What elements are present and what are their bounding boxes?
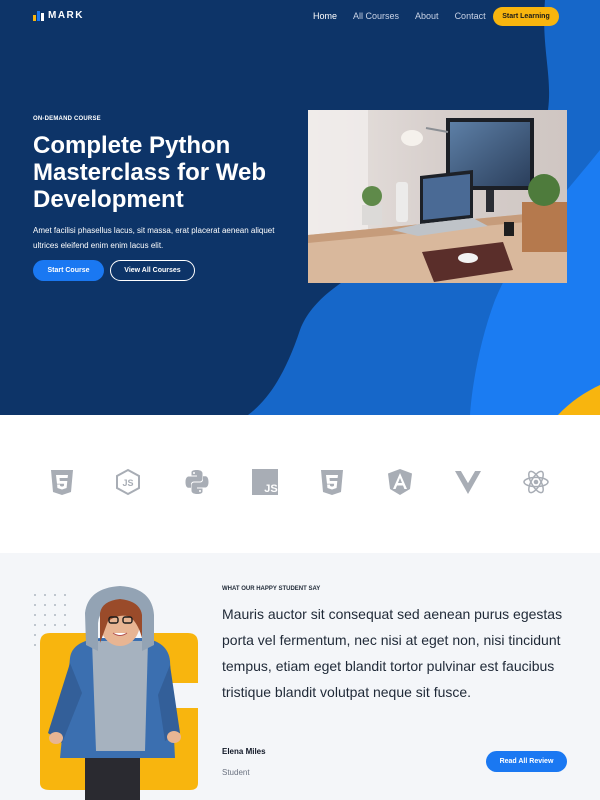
angular-icon	[386, 468, 414, 496]
testimonial-eyebrow: WHAT OUR HAPPY STUDENT SAY	[222, 586, 321, 592]
start-course-button[interactable]: Start Course	[33, 260, 104, 281]
technology-logos-strip: JS JS	[0, 415, 600, 553]
logo-icon	[33, 10, 44, 21]
top-navigation: MARK Home All Courses About Contact Star…	[0, 0, 600, 34]
reviewer-name: Elena Miles	[222, 747, 266, 756]
read-all-review-button[interactable]: Read All Review	[486, 751, 567, 772]
vue-icon	[454, 468, 482, 496]
testimonial-quote: Mauris auctor sit consequat sed aenean p…	[222, 606, 563, 700]
brand-logo[interactable]: MARK	[33, 10, 84, 21]
hero-description: Amet facilisi phasellus lacus, sit massa…	[33, 226, 275, 250]
hero-eyebrow: ON-DEMAND COURSE	[33, 116, 101, 122]
testimonial-section: WHAT OUR HAPPY STUDENT SAY Mauris auctor…	[0, 553, 600, 800]
student-portrait-image	[40, 586, 198, 800]
javascript-icon: JS	[251, 468, 279, 496]
nodejs-icon: JS	[114, 468, 142, 496]
start-learning-button[interactable]: Start Learning	[493, 7, 559, 26]
python-icon	[183, 468, 211, 496]
hero-title: Complete Python Masterclass for Web Deve…	[33, 132, 266, 213]
javascript-icon-label: JS	[264, 483, 277, 495]
html5-icon	[48, 468, 76, 496]
reviewer-role: Student	[222, 768, 250, 777]
hero-workspace-image	[308, 110, 567, 283]
hero-section: MARK Home All Courses About Contact Star…	[0, 0, 600, 415]
nav-links: Home All Courses About Contact	[313, 11, 486, 21]
brand-name: MARK	[48, 10, 84, 21]
view-all-courses-button[interactable]: View All Courses	[110, 260, 195, 281]
nav-link-all-courses[interactable]: All Courses	[353, 11, 399, 21]
css3-icon	[318, 468, 346, 496]
react-icon	[522, 468, 550, 496]
nav-link-contact[interactable]: Contact	[455, 11, 486, 21]
nav-link-home[interactable]: Home	[313, 11, 337, 21]
nav-link-about[interactable]: About	[415, 11, 439, 21]
svg-text:JS: JS	[122, 478, 133, 488]
